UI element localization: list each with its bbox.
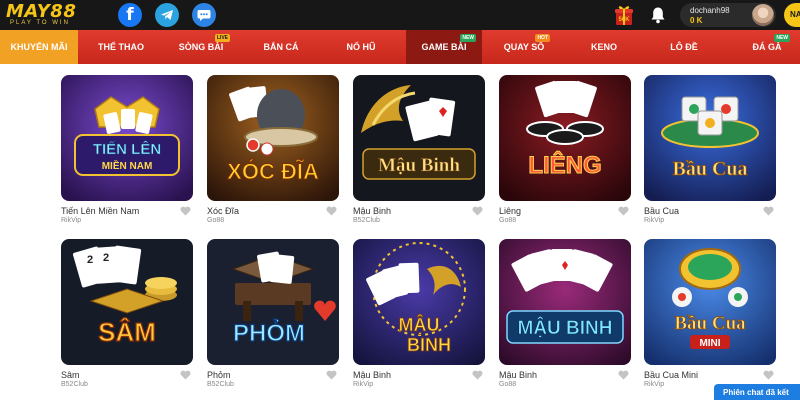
game-provider: RikVip [61,217,82,224]
game-art-subtitle: MIỀN NAM [102,159,153,172]
logo-wordmark: MAY88 [6,1,77,22]
nav-label: KHUYẾN MÃI [10,42,68,52]
nav-item-lo-de[interactable]: LÔ ĐỀ [654,30,714,64]
nav-label: BẮN CÁ [263,42,299,52]
nav-item-song-bai[interactable]: SÒNG BÀI LIVE [166,30,236,64]
game-art-title: Bầu Cua [672,158,747,180]
game-art-title: MẬU BINH [518,317,613,339]
svg-text:2: 2 [103,252,109,264]
nav-label: LÔ ĐỀ [670,42,698,52]
nav-label: ĐÁ GÀ [752,42,782,52]
game-name: Bầu Cua [644,206,680,216]
avatar[interactable] [752,4,774,26]
hot-badge: HOT [535,34,550,42]
game-thumbnail[interactable]: Bầu Cua MINI [644,239,776,365]
gift-promo-icon[interactable]: 50K [614,4,634,26]
main-nav: KHUYẾN MÃI THỂ THAO SÒNG BÀI LIVE BẮN CÁ … [0,30,800,64]
favorite-heart-icon[interactable] [763,370,774,380]
favorite-heart-icon[interactable] [326,206,337,216]
game-name: Xóc Đĩa [207,206,240,216]
favorite-heart-icon[interactable] [472,206,483,216]
game-provider: Go88 [499,217,517,224]
favorite-heart-icon[interactable] [763,206,774,216]
nav-label: THỂ THAO [98,42,144,52]
game-thumbnail[interactable]: MẬU BINH [499,239,631,365]
nav-label: QUAY SỐ [503,42,545,52]
game-art-subtitle: MINI [699,338,720,349]
game-provider: B52Club [207,381,234,388]
svg-text:2: 2 [87,254,93,266]
user-account-box[interactable]: dochanh98 0 K [680,3,776,27]
favorite-heart-icon[interactable] [472,370,483,380]
game-provider: RikVip [644,217,665,224]
new-badge: NEW [774,34,790,42]
game-thumbnail[interactable]: Bầu Cua [644,75,776,201]
favorite-heart-icon[interactable] [618,206,629,216]
nav-item-no-hu[interactable]: NỔ HŨ [332,30,390,64]
game-art-title: Mậu Binh [378,155,460,176]
favorite-heart-icon[interactable] [326,370,337,380]
game-name: Mậu Binh [499,370,538,380]
notification-bell-icon[interactable] [650,6,666,24]
game-provider: B52Club [61,381,88,388]
live-chat-button[interactable]: Phiên chat đã kết [714,384,800,400]
game-art-title: TIẾN LÊN [93,140,161,158]
nav-label: KENO [590,42,617,52]
game-provider: RikVip [644,381,665,388]
nav-item-khuyen-mai[interactable]: KHUYẾN MÃI [0,30,78,64]
game-art-subtitle: BINH [407,335,451,355]
live-badge: LIVE [214,34,230,42]
game-name: Tiến Lên Miền Nam [61,206,140,216]
favorite-heart-icon[interactable] [180,370,191,380]
new-badge: NEW [460,34,476,42]
game-thumbnail[interactable]: MẬU BINH [353,239,485,365]
game-name: Phỏm [207,370,231,380]
gift-badge-text: 50K [618,17,630,23]
game-provider: Go88 [207,217,225,224]
game-provider: RikVip [353,381,374,388]
nav-label: NỔ HŨ [346,42,376,52]
game-provider: Go88 [499,381,517,388]
nav-item-keno[interactable]: KENO [576,30,632,64]
game-thumbnail[interactable]: LIÊNG [499,75,631,201]
game-art-title: LIÊNG [528,151,601,179]
game-name: Liêng [499,206,522,216]
logo-tagline: PLAY TO WIN [10,20,70,26]
facebook-icon[interactable]: f [118,3,142,27]
game-art-title: Bầu Cua [674,313,746,334]
nav-label: GAME BÀI [421,42,467,52]
game-art-title: PHỎM [233,318,305,347]
nav-item-the-thao[interactable]: THỂ THAO [88,30,154,64]
game-name: Mậu Binh [353,206,392,216]
username: dochanh98 [690,6,730,15]
top-header: MAY88 PLAY TO WIN f 50K dochanh98 0 K NA [0,0,800,30]
game-name: Bầu Cua Mini [644,370,699,380]
game-art-title: MẬU [399,314,440,335]
game-art-title: SÂM [98,317,156,347]
may88-logo[interactable]: MAY88 PLAY TO WIN [6,2,102,28]
nav-item-ban-ca[interactable]: BẮN CÁ [250,30,312,64]
game-thumbnail[interactable]: XÓC ĐĨA [207,75,339,201]
nav-item-quay-so[interactable]: QUAY SỐ HOT [492,30,556,64]
account-balance: 0 K [690,16,703,25]
game-name: Mậu Binh [353,370,392,380]
game-thumbnail[interactable]: PHỎM [207,239,339,365]
game-provider: B52Club [353,217,380,224]
telegram-icon[interactable] [155,3,179,27]
game-name: Sâm [61,370,80,380]
nav-label: SÒNG BÀI [178,42,224,52]
deposit-button[interactable]: NA [784,3,800,27]
game-thumbnail[interactable]: TIẾN LÊN MIỀN NAM [61,75,193,201]
chat-bubble-icon[interactable] [192,3,216,27]
nav-item-game-bai[interactable]: GAME BÀI NEW [406,30,482,64]
game-thumbnail[interactable]: 2 2 SÂM [61,239,193,365]
game-thumbnail[interactable]: Mậu Binh [353,75,485,201]
favorite-heart-icon[interactable] [618,370,629,380]
nav-item-da-ga[interactable]: ĐÁ GÀ NEW [738,30,796,64]
game-art-title: XÓC ĐĨA [227,159,319,184]
favorite-heart-icon[interactable] [180,206,191,216]
